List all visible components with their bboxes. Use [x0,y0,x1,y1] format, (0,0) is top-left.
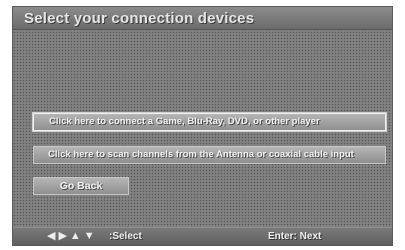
tv-setup-screen: Select your connection devices Click her… [12,6,393,246]
scan-channels-label: Click here to scan channels from the Ant… [48,149,354,160]
connect-game-player-button[interactable]: Click here to connect a Game, Blu-Ray, D… [32,112,387,132]
page-title: Select your connection devices [24,10,255,27]
connect-game-player-label: Click here to connect a Game, Blu-Ray, D… [49,116,320,127]
scan-channels-button[interactable]: Click here to scan channels from the Ant… [33,146,386,164]
go-back-label: Go Back [59,180,103,192]
go-back-button[interactable]: Go Back [33,177,129,195]
footer-hint-bar: ◀▶▲▼ :Select Enter: Next [13,227,392,245]
enter-next-hint: Enter: Next [268,231,322,242]
title-bar: Select your connection devices [13,7,392,30]
select-hint: :Select [109,231,142,242]
navigation-arrows-icon: ◀▶▲▼ [47,230,98,242]
